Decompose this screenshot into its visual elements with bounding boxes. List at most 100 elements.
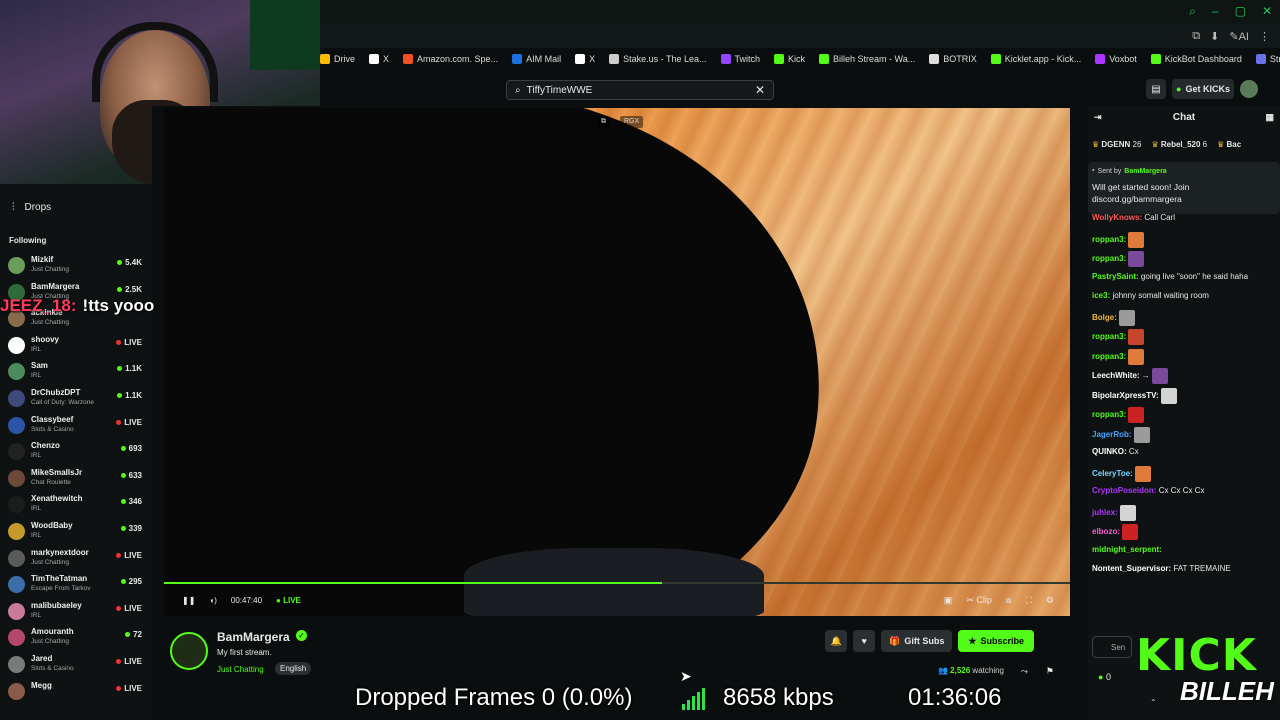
sidebar-channel-item[interactable]: Jared Slots & Casino LIVE xyxy=(0,651,152,678)
chat-username[interactable]: juhlex: xyxy=(1092,508,1118,517)
stream-language[interactable]: English xyxy=(275,662,312,675)
chat-username[interactable]: PastrySaint: xyxy=(1092,272,1139,281)
bookmark-item[interactable]: Voxbot xyxy=(1095,54,1137,64)
library-icon: ▤ xyxy=(1151,83,1161,95)
pinned-message: ⬩ Sent by BamMargera Will get started soo… xyxy=(1088,162,1280,214)
chat-message: elbozo: xyxy=(1088,524,1280,544)
chat-username[interactable]: roppan3: xyxy=(1092,352,1126,361)
sidebar-channel-item[interactable]: Sam IRL 1.1K xyxy=(0,358,152,385)
download-icon[interactable]: ⬇ xyxy=(1210,30,1219,43)
emote-icon xyxy=(1135,465,1151,482)
subscribe-button[interactable]: ★ Subscribe xyxy=(958,630,1034,652)
sidebar-channel-item[interactable]: MikeSmallsJr Chat Roulette 633 xyxy=(0,465,152,492)
sidebar-channel-item[interactable]: DrChubzDPT Call of Duty: Warzone 1.1K xyxy=(0,385,152,412)
clear-search-icon[interactable]: ✕ xyxy=(755,83,765,97)
theater-icon[interactable]: ▣ xyxy=(944,595,953,606)
chat-username[interactable]: Bolge: xyxy=(1092,313,1117,322)
bookmark-item[interactable]: Drive xyxy=(320,54,355,64)
leaderboard-entry[interactable]: ♛ DGENN 26 xyxy=(1092,140,1141,156)
channel-status: 5.4K xyxy=(117,258,142,267)
chat-username[interactable]: LeechWhite: xyxy=(1092,371,1140,380)
channel-name: Xenathewitch xyxy=(31,494,83,504)
sidebar-channel-item[interactable]: TimTheTatman Escape From Tarkov 295 xyxy=(0,571,152,598)
sidebar-channel-item[interactable]: Amouranth Just Chatting 72 xyxy=(0,624,152,651)
chat-username[interactable]: midnight_serpent: xyxy=(1092,545,1162,554)
bookmark-item[interactable]: AIM Mail xyxy=(512,54,561,64)
close-icon[interactable]: ✕ xyxy=(1262,4,1272,19)
bookmark-item[interactable]: Kick xyxy=(774,54,805,64)
chat-settings-icon[interactable]: ▦ xyxy=(1265,112,1274,123)
bookmark-item[interactable]: Kicklet.app - Kick... xyxy=(990,54,1081,64)
extensions-icon[interactable]: ⧉ xyxy=(1192,30,1200,43)
chat-username[interactable]: WollyKnows: xyxy=(1092,213,1142,222)
sidebar-channel-item[interactable]: malibubaeley IRL LIVE xyxy=(0,598,152,625)
sidebar-channel-item[interactable]: WoodBaby IRL 339 xyxy=(0,518,152,545)
chat-username[interactable]: roppan3: xyxy=(1092,235,1126,244)
bookmark-item[interactable]: Twitch xyxy=(720,54,760,64)
leaderboard-entry[interactable]: ♛ Rebel_520 6 xyxy=(1151,140,1207,156)
bookmark-label: KickBot Dashboard xyxy=(1164,54,1242,64)
chat-text: Cx Cx Cx Cx xyxy=(1158,486,1205,495)
minimize-icon[interactable]: – xyxy=(1212,4,1219,19)
chat-username[interactable]: Nontent_Supervisor: xyxy=(1092,564,1171,573)
sidebar-channel-item[interactable]: Xenathewitch IRL 346 xyxy=(0,491,152,518)
search-icon[interactable]: ⌕ xyxy=(1189,4,1196,19)
channel-name[interactable]: BamMargera xyxy=(217,630,290,644)
drops-link[interactable]: ⫶ Drops xyxy=(12,202,51,213)
chat-username[interactable]: elbozo: xyxy=(1092,527,1120,536)
chat-username[interactable]: roppan3: xyxy=(1092,410,1126,419)
bookmark-item[interactable]: Billeh Stream - Wa... xyxy=(819,54,915,64)
channel-name: markynextdoor xyxy=(31,547,89,557)
fullscreen-icon[interactable]: ⛶ xyxy=(1026,595,1032,606)
library-button[interactable]: ▤ xyxy=(1146,79,1166,99)
video-overlay-icon[interactable]: ⧉ xyxy=(597,116,610,128)
report-icon[interactable]: ⚑ xyxy=(1046,666,1054,677)
search-input[interactable]: ⌕ TiffyTimeWWE ✕ xyxy=(506,80,774,100)
share-icon[interactable]: ⤳ xyxy=(1021,666,1028,677)
bookmark-item[interactable]: KickBot Dashboard xyxy=(1150,54,1242,64)
volume-icon[interactable]: ◖) xyxy=(209,596,217,605)
bookmark-item[interactable]: BOTRIX xyxy=(929,54,977,64)
chat-username[interactable]: roppan3: xyxy=(1092,332,1126,341)
chat-username[interactable]: BipolarXpressTV: xyxy=(1092,391,1159,400)
chat-input[interactable]: Sen xyxy=(1092,636,1132,658)
chat-username[interactable]: roppan3: xyxy=(1092,254,1126,263)
user-avatar[interactable] xyxy=(1240,80,1258,98)
sidebar-channel-item[interactable]: Classybeef Slots & Casino LIVE xyxy=(0,412,152,439)
pause-icon[interactable]: ❚❚ xyxy=(182,596,195,605)
gift-subs-button[interactable]: 🎁 Gift Subs xyxy=(881,630,953,652)
collapse-chat-icon[interactable]: ⇥ xyxy=(1094,112,1102,123)
bookmark-item[interactable]: X xyxy=(369,54,389,64)
address-bar[interactable] xyxy=(320,24,1280,48)
leaderboard-entry[interactable]: ♛ Bac xyxy=(1217,140,1241,156)
stream-category[interactable]: Just Chatting xyxy=(217,665,264,674)
menu-icon[interactable]: ⋮ xyxy=(1259,30,1270,43)
clip-button[interactable]: ✂ Clip xyxy=(966,595,992,606)
chat-username[interactable]: JagerRob: xyxy=(1092,430,1132,439)
sidebar-channel-item[interactable]: markynextdoor Just Chatting LIVE xyxy=(0,545,152,572)
follow-button[interactable]: ♥ xyxy=(853,630,876,652)
chat-username[interactable]: CeleryToe: xyxy=(1092,469,1133,478)
sidebar-channel-item[interactable]: Chenzo IRL 693 xyxy=(0,438,152,465)
channel-avatar xyxy=(8,629,25,647)
sidebar-channel-item[interactable]: shoovy IRL LIVE xyxy=(0,332,152,359)
chat-username[interactable]: ice3: xyxy=(1092,291,1110,300)
sidebar-channel-item[interactable]: Megg LIVE xyxy=(0,678,152,705)
bookmark-item[interactable]: Amazon.com. Spe... xyxy=(403,54,498,64)
video-player[interactable]: ⧉ RGX ❚❚ ◖) 00:47:40 ● LIVE ▣ ✂ Clip ⧈ ⛶ … xyxy=(164,108,1070,616)
sidebar-channel-item[interactable]: Mizkif Just Chatting 5.4K xyxy=(0,252,152,279)
channel-avatar[interactable] xyxy=(170,632,208,670)
video-overlay-icon[interactable]: RGX xyxy=(620,116,644,128)
maximize-icon[interactable]: ▢ xyxy=(1235,4,1246,19)
get-kicks-button[interactable]: ● Get KICKs xyxy=(1172,79,1234,99)
progress-bar[interactable] xyxy=(164,582,1070,584)
notification-button[interactable]: 🔔 xyxy=(825,630,848,652)
pip-icon[interactable]: ⧈ xyxy=(1006,595,1012,606)
bookmark-item[interactable]: X xyxy=(575,54,595,64)
ai-icon[interactable]: ✎AI xyxy=(1229,30,1249,43)
chat-username[interactable]: CryptoPoseidon: xyxy=(1092,486,1156,495)
chat-username[interactable]: QUINKO: xyxy=(1092,447,1127,456)
bookmark-item[interactable]: Stripe Express xyxy=(1255,54,1280,64)
settings-icon[interactable]: ⚙ xyxy=(1046,595,1054,606)
bookmark-item[interactable]: Stake.us - The Lea... xyxy=(609,54,707,64)
